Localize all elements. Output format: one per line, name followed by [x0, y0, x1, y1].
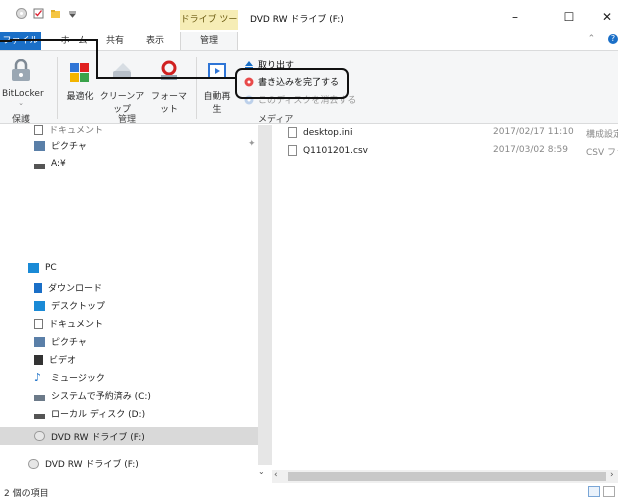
download-arrow-icon [34, 282, 42, 293]
music-note-icon: ♪ [34, 370, 42, 384]
bitlocker-label: BitLocker [2, 89, 44, 99]
nav-item-music[interactable]: ♪ ミュージック [34, 370, 105, 385]
disc-icon[interactable] [16, 8, 27, 19]
nav-item-dvd-drive[interactable]: DVD RW ドライブ (F:) [28, 457, 139, 470]
bitlocker-button[interactable]: BitLocker ⌄ [2, 59, 44, 107]
autoplay-button[interactable]: 自動再生 [200, 59, 234, 115]
pane-splitter[interactable] [258, 125, 272, 465]
details-view-icon[interactable] [588, 486, 600, 497]
navigation-pane: ドキュメント ピクチャ ✦ A:¥ PC ダウンロード デスクトップ ドキュメン… [0, 123, 258, 480]
pc-icon [28, 263, 39, 273]
format-label: フォーマット [150, 92, 187, 115]
maximize-button[interactable]: ☐ [554, 8, 584, 26]
desktop-icon [34, 300, 45, 311]
autoplay-icon [208, 63, 226, 79]
video-icon [34, 354, 43, 365]
file-date: 2017/03/02 8:59 [493, 145, 568, 155]
group-label-protect: 保護 [12, 115, 31, 125]
ribbon-panel: BitLocker ⌄ 最適化 クリーンアップ フォーマット 自動再生 取り出す… [0, 50, 618, 125]
callout-line [10, 39, 98, 41]
help-icon[interactable]: ? [608, 34, 618, 44]
customize-qat-icon[interactable] [67, 8, 78, 19]
nav-item-local-disk[interactable]: ローカル ディスク (D:) [34, 407, 145, 420]
status-bar: 2 個の項目 [0, 484, 618, 499]
callout-line [96, 39, 98, 79]
collapse-ribbon-icon[interactable]: ⌃ [588, 34, 596, 44]
autoplay-label: 自動再生 [203, 92, 231, 115]
title-bar: ドライブ ツール DVD RW ドライブ (F:) – ☐ ✕ [0, 0, 618, 45]
scroll-left-icon[interactable]: ‹ [274, 470, 278, 480]
horizontal-scrollbar[interactable]: ‹ › [272, 470, 618, 483]
format-icon [161, 60, 177, 80]
documents-icon [34, 318, 43, 329]
group-separator [196, 57, 197, 119]
nav-item-documents-top[interactable]: ドキュメント [34, 123, 103, 136]
format-button[interactable]: フォーマット [148, 59, 190, 115]
system-drive-icon [34, 394, 45, 401]
drive-tools-context-label: ドライブ ツール [180, 10, 238, 45]
file-list: desktop.ini 2017/02/17 11:10 構成設定 Q11012… [272, 125, 618, 470]
disc-icon [28, 458, 39, 469]
file-type: 構成設定 [586, 130, 618, 140]
burn-pending-file-icon [288, 145, 297, 156]
nav-item-pictures-pc[interactable]: ピクチャ [34, 335, 87, 348]
file-date: 2017/02/17 11:10 [493, 127, 574, 137]
item-count: 2 個の項目 [4, 489, 49, 499]
documents-icon [34, 124, 43, 135]
minimize-button[interactable]: – [500, 8, 530, 26]
pin-icon[interactable]: ✦ [248, 139, 256, 149]
nav-item-a-drive[interactable]: A:¥ [34, 159, 66, 169]
window-title: DVD RW ドライブ (F:) [250, 15, 344, 25]
callout-highlight-box [235, 68, 349, 99]
nav-item-downloads[interactable]: ダウンロード [34, 281, 102, 294]
chevron-down-icon: ⌄ [18, 99, 24, 107]
properties-icon[interactable] [33, 8, 44, 19]
group-label-media: メディア [258, 115, 294, 125]
close-button[interactable]: ✕ [592, 8, 618, 26]
pictures-icon [34, 140, 45, 151]
large-icons-view-icon[interactable] [603, 486, 615, 497]
ribbon-tabs: ファイル ホーム 共有 表示 管理 ⌃ ? [0, 32, 618, 50]
disk-cleanup-icon [113, 63, 131, 79]
drive-icon [34, 413, 45, 419]
new-folder-icon[interactable] [50, 8, 61, 19]
list-item[interactable]: desktop.ini [288, 127, 352, 138]
optimize-label: 最適化 [66, 92, 94, 102]
tab-view[interactable]: 表示 [140, 32, 170, 50]
ribbon-controls: ⌃ ? [588, 34, 618, 44]
optimize-icon [70, 63, 89, 82]
group-separator [57, 57, 58, 119]
network-drive-icon [34, 164, 45, 169]
tab-manage[interactable]: 管理 [180, 32, 238, 50]
tab-share[interactable]: 共有 [100, 32, 130, 50]
scroll-down-icon[interactable]: ⌄ [258, 467, 265, 476]
list-item[interactable]: Q1101201.csv [288, 145, 368, 156]
group-label-manage: 管理 [118, 115, 137, 125]
quick-access-toolbar [16, 8, 78, 19]
tab-home[interactable]: ホーム [56, 32, 92, 50]
disc-icon [34, 431, 45, 441]
cleanup-button[interactable]: クリーンアップ [98, 59, 146, 115]
nav-item-pictures[interactable]: ピクチャ [34, 139, 87, 152]
burn-pending-file-icon [288, 127, 297, 138]
bitlocker-icon [12, 59, 30, 81]
nav-item-pc[interactable]: PC [28, 263, 57, 273]
nav-item-dvd-drive-selected[interactable]: DVD RW ドライブ (F:) [0, 427, 258, 445]
scrollbar-thumb[interactable] [288, 472, 606, 481]
optimize-button[interactable]: 最適化 [62, 59, 98, 102]
callout-line [96, 77, 236, 79]
nav-item-videos[interactable]: ビデオ [34, 353, 76, 366]
nav-item-system-drive[interactable]: システムで予約済み (C:) [34, 389, 151, 402]
file-type: CSV ファイル [586, 148, 618, 158]
nav-item-desktop[interactable]: デスクトップ [34, 299, 105, 312]
nav-item-documents[interactable]: ドキュメント [34, 317, 103, 330]
scroll-right-icon[interactable]: › [610, 470, 614, 480]
pictures-icon [34, 336, 45, 347]
